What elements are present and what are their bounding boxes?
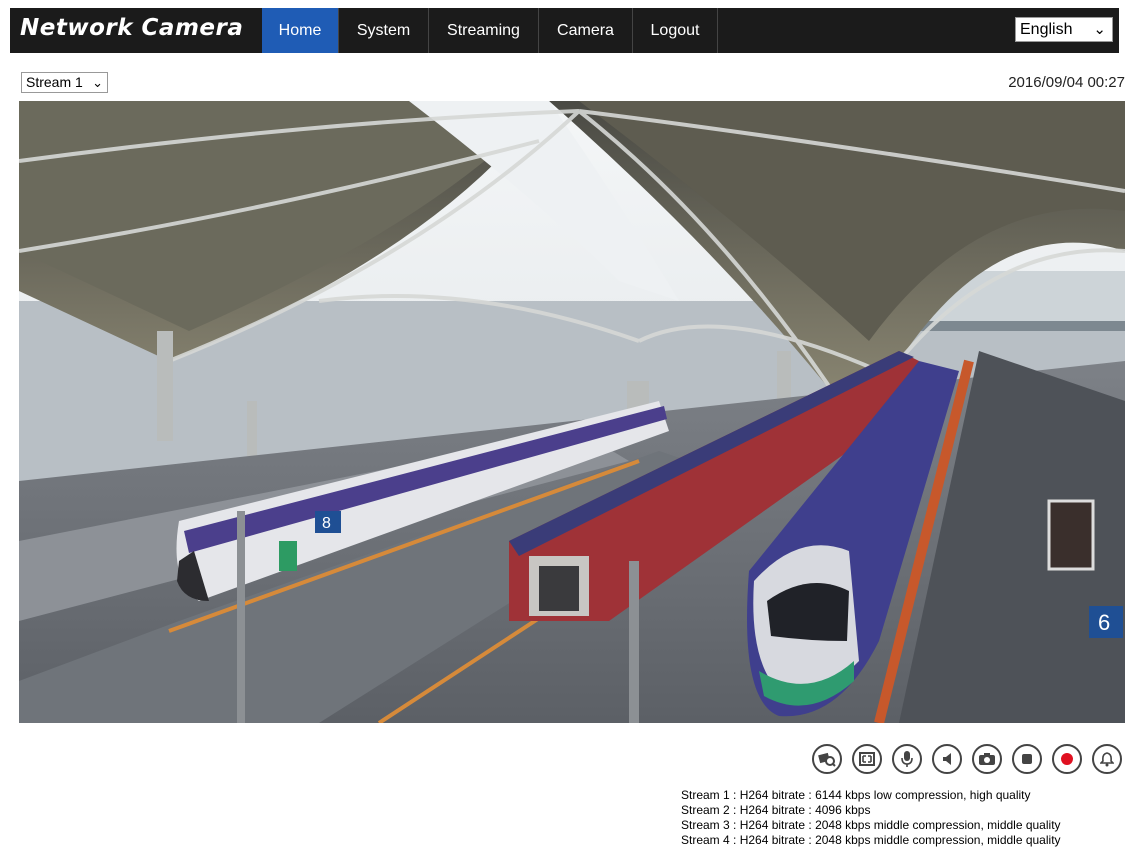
speaker-icon [943,753,951,765]
snapshot-button[interactable] [972,744,1002,774]
platform-sign-right-number: 6 [1098,610,1110,635]
fit-screen-button[interactable] [852,744,882,774]
video-control-bar [812,744,1122,778]
live-video-view[interactable]: 8 6 [19,101,1125,723]
stream-info-line: Stream 4 : H264 bitrate : 2048 kbps midd… [681,833,1061,847]
record-button[interactable] [1052,744,1082,774]
nav-home[interactable]: Home [262,8,339,53]
platform-sign-left-number: 8 [322,515,331,532]
station-scene-image: 8 6 [19,101,1125,723]
alarm-bell-icon [1100,752,1114,767]
nav-logout[interactable]: Logout [633,8,718,53]
camera-datetime: 2016/09/04 00:27 [1008,74,1125,91]
stream-select[interactable]: Stream 1 ⌄ [21,72,108,93]
speaker-button[interactable] [932,744,962,774]
chevron-down-icon: ⌄ [1093,21,1106,38]
chevron-down-icon: ⌄ [92,75,103,90]
snapshot-camera-icon [979,753,995,765]
stream-info-line: Stream 3 : H264 bitrate : 2048 kbps midd… [681,818,1061,832]
nav-camera[interactable]: Camera [539,8,633,53]
stop-button[interactable] [1012,744,1042,774]
nav-system[interactable]: System [339,8,429,53]
top-nav-bar: Network Camera Home System Streaming Cam… [10,8,1119,53]
stream-info: Stream 1 : H264 bitrate : 6144 kbps low … [681,788,1061,848]
language-select-value: English [1020,21,1073,38]
stop-icon [1022,754,1032,764]
fit-screen-icon [859,752,875,766]
stream-select-value: Stream 1 [26,74,83,90]
stream-info-line: Stream 2 : H264 bitrate : 4096 kbps [681,803,871,817]
zoom-camera-icon [818,752,836,767]
microphone-button[interactable] [892,744,922,774]
stream-info-line: Stream 1 : H264 bitrate : 6144 kbps low … [681,788,1031,802]
zoom-camera-button[interactable] [812,744,842,774]
language-select[interactable]: English ⌄ [1015,17,1113,42]
nav-streaming[interactable]: Streaming [429,8,539,53]
microphone-icon [901,751,913,767]
brand-title: Network Camera [20,15,244,41]
record-icon [1061,753,1073,765]
alarm-button[interactable] [1092,744,1122,774]
